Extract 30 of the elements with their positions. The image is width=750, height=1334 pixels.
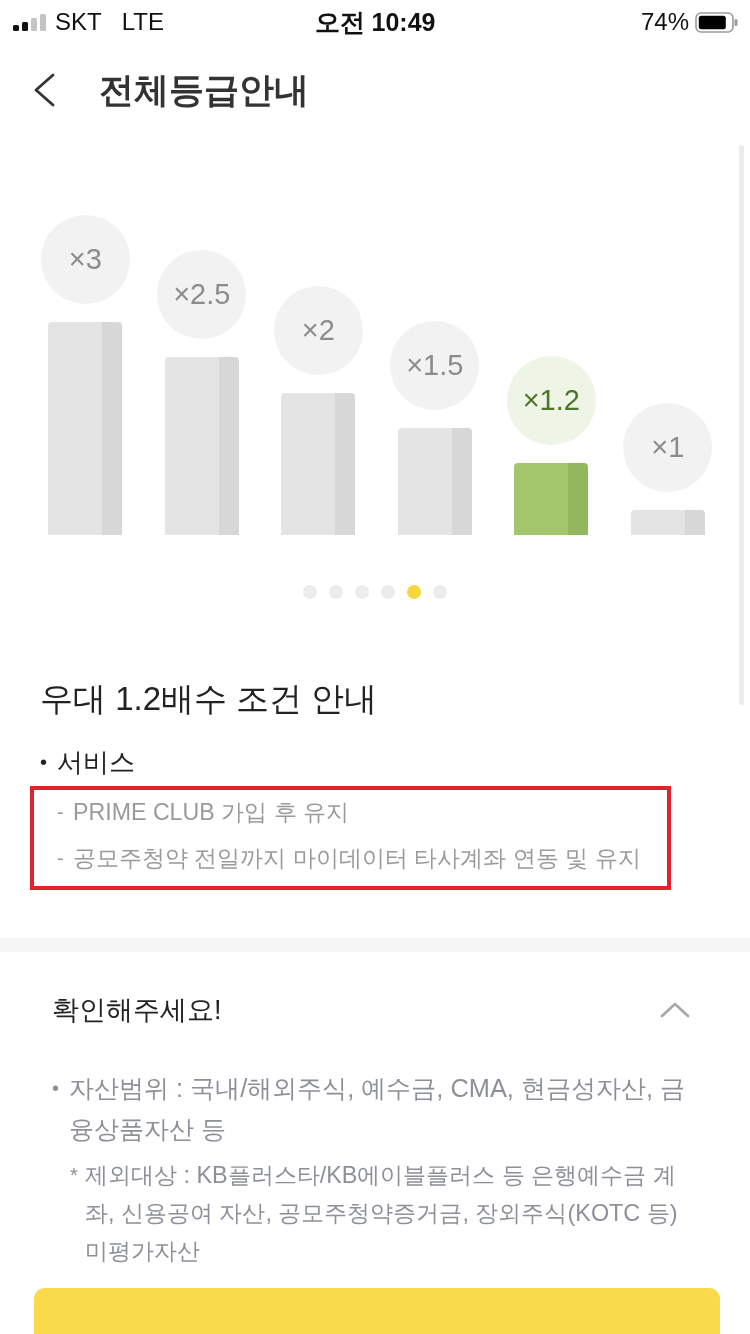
note-text: 제외대상 : KB플러스타/KB에이블플러스 등 은행예수금 계좌, 신용공여 자산, 공모주청약증거금, 장외주식(KOTC 등) 미평가자산 bbox=[85, 1161, 679, 1266]
group-label: 서비스 bbox=[57, 746, 135, 779]
multiplier-badge: ×3 bbox=[40, 215, 130, 304]
back-button[interactable] bbox=[33, 72, 55, 107]
condition-text: 공모주청약 전일까지 마이데이터 타사계좌 연동 및 유지 bbox=[73, 844, 641, 873]
page-title: 전체등급안내 bbox=[99, 68, 309, 111]
multiplier-badge: ×2 bbox=[273, 286, 363, 375]
section-heading: 우대 1.2배수 조건 안내 bbox=[40, 679, 379, 719]
bullet-mark: • bbox=[40, 750, 48, 775]
dash-mark: - bbox=[57, 800, 65, 825]
notice-title: 확인해주세요! bbox=[52, 994, 222, 1027]
bullet-mark: • bbox=[52, 1076, 60, 1101]
dash-mark: - bbox=[57, 846, 65, 871]
condition-text: PRIME CLUB 가입 후 유지 bbox=[73, 798, 350, 827]
multiplier-badge: ×1.5 bbox=[390, 321, 480, 410]
multiplier-badge: ×2.5 bbox=[157, 250, 247, 339]
notice-text: 자산범위 : 국내/해외주식, 예수금, CMA, 현금성자산, 금융상품자산 등 bbox=[69, 1073, 687, 1145]
signal-icon bbox=[13, 13, 46, 31]
confirm-button[interactable] bbox=[34, 1288, 720, 1334]
carrier-name: SKT bbox=[55, 7, 102, 37]
asterisk-mark: * bbox=[70, 1163, 79, 1188]
chevron-up-icon[interactable] bbox=[660, 1002, 690, 1018]
network-type: LTE bbox=[121, 7, 164, 37]
page-dot[interactable] bbox=[407, 585, 421, 599]
battery-icon bbox=[695, 11, 738, 33]
back-icon bbox=[33, 72, 55, 107]
multiplier-badge: ×1 bbox=[623, 403, 713, 492]
battery-percentage: 74% bbox=[640, 7, 689, 37]
multiplier-badge: ×1.2 bbox=[506, 356, 596, 445]
clock-time: 오전 10:49 bbox=[314, 7, 436, 37]
